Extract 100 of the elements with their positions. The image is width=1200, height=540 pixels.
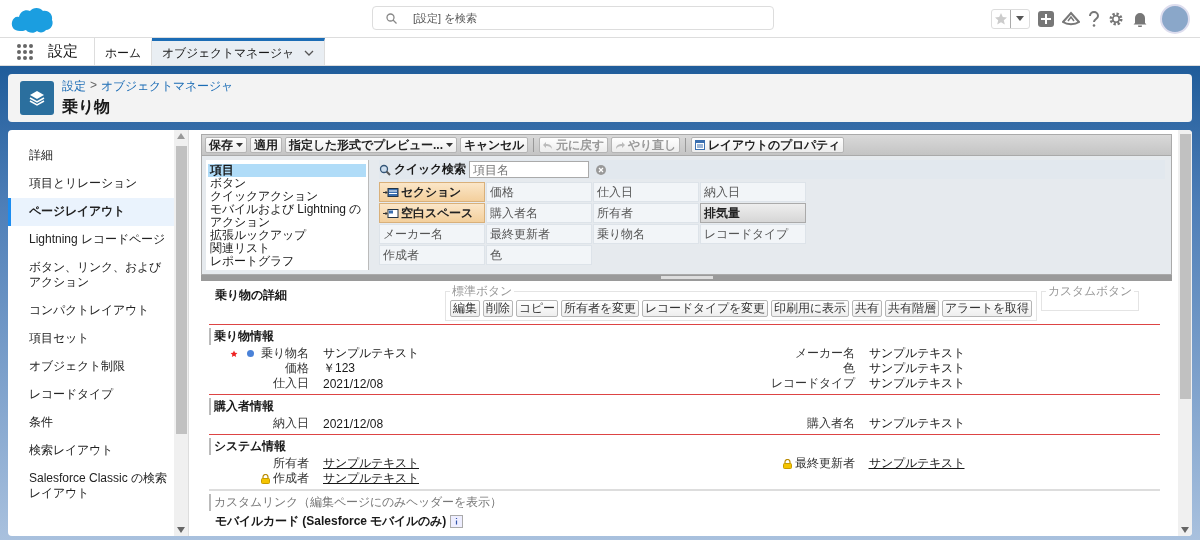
search-icon: [379, 163, 391, 176]
sidebar-item[interactable]: オブジェクト制限: [8, 353, 174, 381]
palette-category[interactable]: 拡張ルックアップ: [208, 229, 366, 242]
palette-item[interactable]: 作成者: [379, 245, 485, 265]
field-value: サンプルテキスト: [868, 375, 965, 392]
nav-tab[interactable]: オブジェクトマネージャ: [152, 38, 325, 65]
sidebar-item[interactable]: コンパクトレイアウト: [8, 297, 174, 325]
custom-buttons-legend: カスタムボタン: [1046, 283, 1134, 300]
palette-item[interactable]: 乗り物名: [593, 224, 699, 244]
palette-item[interactable]: 最終更新者: [486, 224, 592, 244]
section-icon: [383, 187, 399, 197]
field-label: 購入者名: [806, 415, 855, 432]
field-label: 最終更新者: [794, 455, 855, 472]
breadcrumb-link[interactable]: オブジェクトマネージャ: [101, 78, 233, 95]
caret-icon: [446, 143, 453, 147]
field-value: サンプルテキスト: [868, 345, 965, 362]
palette-item[interactable]: 価格: [486, 182, 592, 202]
notifications-bell-icon[interactable]: [1132, 10, 1148, 27]
sidebar-item[interactable]: ページレイアウト: [8, 198, 174, 226]
scrollbar-thumb[interactable]: [175, 146, 187, 434]
section-title: 乗り物情報: [209, 328, 1160, 345]
field-label: 納入日: [273, 415, 309, 432]
quick-search-field[interactable]: 項目名: [469, 161, 589, 178]
field-value: 2021/12/08: [323, 376, 384, 391]
standard-button[interactable]: レコードタイプを変更: [642, 300, 768, 317]
field-value: サンプルテキスト: [323, 345, 419, 362]
redo-icon: [615, 140, 625, 150]
standard-buttons-legend: 標準ボタン: [450, 283, 514, 300]
splitter-handle[interactable]: [660, 276, 713, 279]
standard-button[interactable]: 編集: [450, 300, 480, 317]
add-icon[interactable]: [1038, 10, 1054, 27]
sidebar-item[interactable]: Salesforce Classic の検索レイアウト: [8, 465, 174, 508]
standard-button[interactable]: アラートを取得: [942, 300, 1032, 317]
section-title: 購入者情報: [209, 398, 1160, 415]
palette-category[interactable]: ボタン: [208, 177, 366, 190]
palette-category[interactable]: モバイルおよび Lightning のアクション: [208, 203, 366, 229]
palette-item[interactable]: レコードタイプ: [700, 224, 806, 244]
caret-icon: [236, 143, 243, 147]
palette-item[interactable]: 仕入日: [593, 182, 699, 202]
page-title: 乗り物: [62, 97, 111, 117]
field-label: 仕入日: [273, 375, 309, 392]
scroll-down-arrow-icon[interactable]: [1181, 527, 1189, 533]
field-label: 価格: [285, 360, 309, 377]
field-label: レコードタイプ: [770, 375, 855, 392]
palette-item[interactable]: 所有者: [593, 203, 699, 223]
mobile-cards-title: モバイルカード (Salesforce モバイルのみ): [215, 513, 447, 530]
palette-item[interactable]: 納入日: [700, 182, 806, 202]
sidebar-item[interactable]: レコードタイプ: [8, 381, 174, 409]
quick-search-label: クイック検索: [394, 161, 466, 178]
clear-icon[interactable]: [596, 164, 606, 175]
field-value: サンプルテキスト: [868, 360, 965, 377]
toolbar-button[interactable]: 適用: [250, 137, 282, 153]
palette-item[interactable]: セクション: [379, 182, 485, 202]
standard-button[interactable]: 所有者を変更: [561, 300, 639, 317]
toolbar-button[interactable]: レイアウトのプロパティ: [691, 137, 844, 153]
blank-space-icon: [383, 208, 399, 218]
breadcrumb-link[interactable]: 設定: [62, 78, 86, 95]
palette-item[interactable]: 排気量: [700, 203, 806, 223]
sidebar-item[interactable]: 項目セット: [8, 325, 174, 353]
sidebar-item[interactable]: 項目とリレーション: [8, 170, 174, 198]
field-value: 2021/12/08: [323, 416, 384, 431]
toolbar-button[interactable]: 指定した形式でプレビュー...: [285, 137, 457, 153]
undo-icon: [543, 140, 553, 150]
app-launcher-icon[interactable]: [16, 42, 34, 61]
layout-properties-icon: [695, 140, 705, 150]
toolbar-button[interactable]: 保存: [205, 137, 247, 153]
standard-button[interactable]: 削除: [483, 300, 513, 317]
standard-button[interactable]: コピー: [516, 300, 558, 317]
sidebar-item[interactable]: 詳細: [8, 142, 174, 170]
help-icon[interactable]: [1088, 10, 1100, 27]
chevron-down-icon: [304, 48, 314, 58]
sidebar-item[interactable]: 条件: [8, 409, 174, 437]
scrollbar-thumb[interactable]: [1179, 134, 1191, 399]
settings-icon[interactable]: [1108, 10, 1124, 27]
search-field[interactable]: [設定] を検索: [372, 6, 774, 30]
trailhead-icon[interactable]: [1062, 10, 1080, 27]
info-icon[interactable]: [450, 515, 464, 528]
scroll-up-arrow-icon[interactable]: [177, 133, 185, 139]
palette-item[interactable]: 空白スペース: [379, 203, 485, 223]
field-label: 作成者: [273, 470, 309, 487]
sidebar-item[interactable]: 検索レイアウト: [8, 437, 174, 465]
sidebar-item[interactable]: ボタン、リンク、およびアクション: [8, 254, 174, 297]
palette-item[interactable]: 色: [486, 245, 592, 265]
field-value: ￥123: [323, 360, 356, 377]
section-title: カスタムリンク（編集ページにのみヘッダーを表示）: [209, 494, 1160, 511]
standard-button[interactable]: 印刷用に表示: [771, 300, 849, 317]
standard-button[interactable]: 共有階層: [885, 300, 939, 317]
palette-category[interactable]: レポートグラフ: [208, 255, 366, 268]
palette-item[interactable]: 購入者名: [486, 203, 592, 223]
toolbar-button[interactable]: キャンセル: [460, 137, 528, 153]
palette-item[interactable]: メーカー名: [379, 224, 485, 244]
palette-category[interactable]: クイックアクション: [208, 190, 366, 203]
palette-category[interactable]: 関連リスト: [208, 242, 366, 255]
scroll-down-arrow-icon[interactable]: [177, 527, 185, 533]
sidebar-item[interactable]: Lightning レコードページ: [8, 226, 174, 254]
section-title: システム情報: [209, 438, 1160, 455]
avatar[interactable]: [1160, 3, 1190, 34]
palette-category[interactable]: 項目: [208, 164, 366, 177]
field-value: サンプルテキスト: [868, 415, 965, 432]
standard-button[interactable]: 共有: [852, 300, 882, 317]
